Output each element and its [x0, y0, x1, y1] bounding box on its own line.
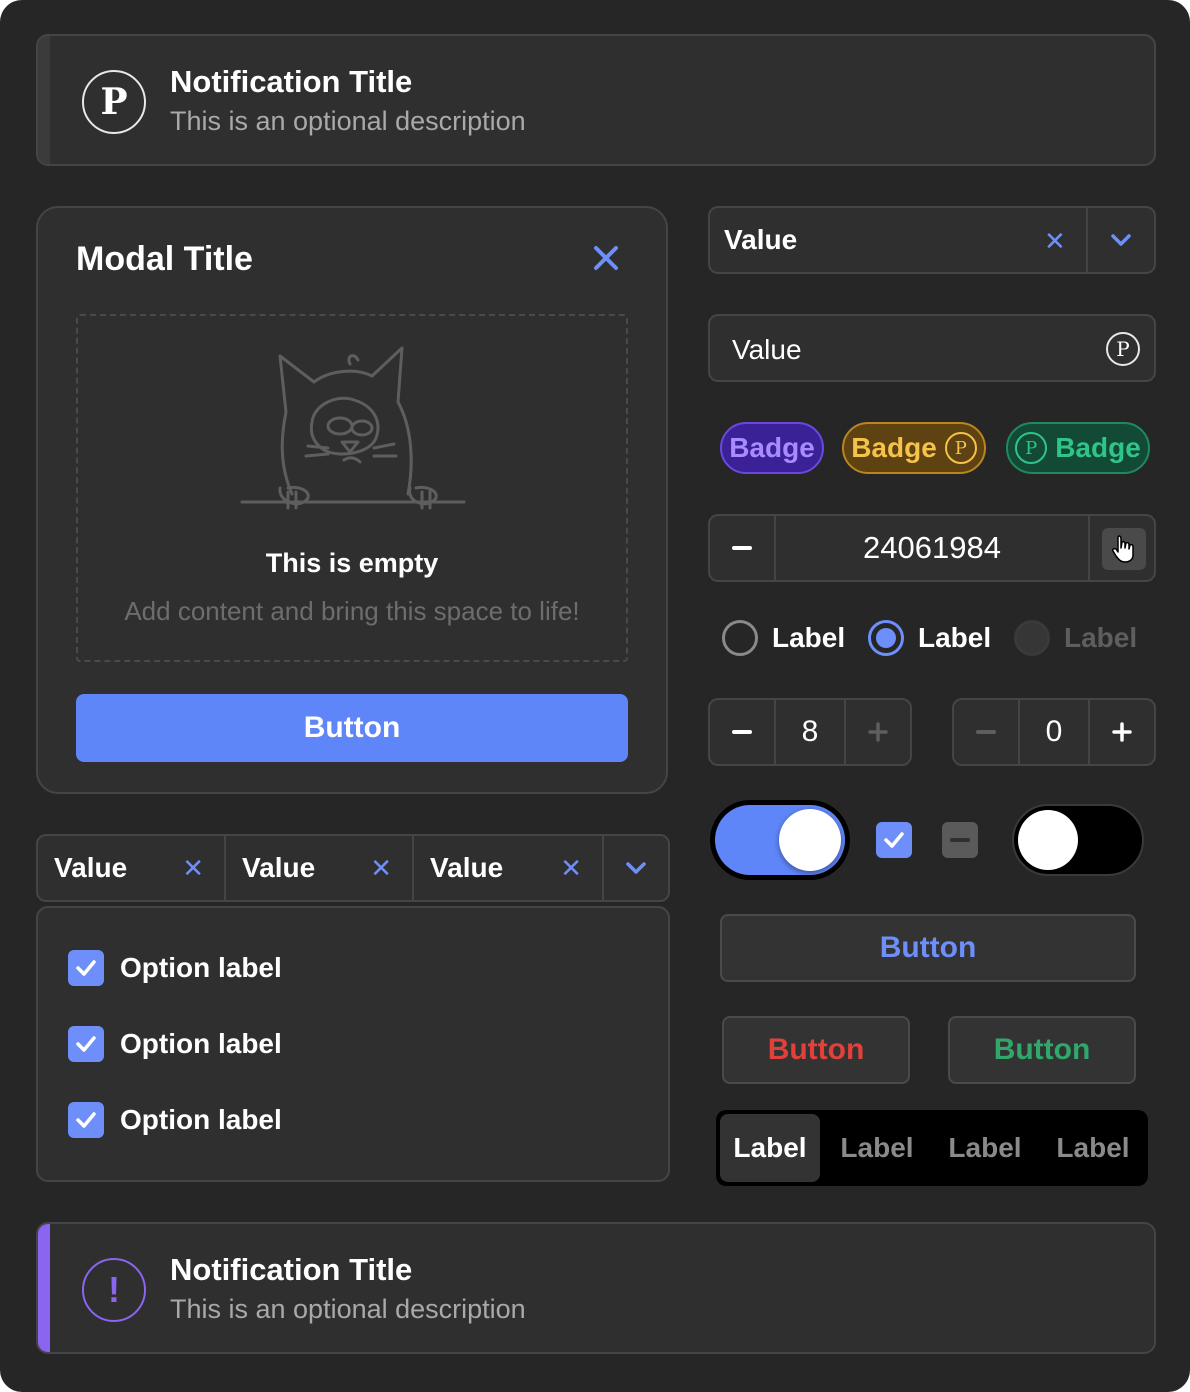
badge-label: Badge: [1055, 432, 1141, 463]
toggle-knob: [1018, 810, 1078, 870]
toggle-knob: [779, 809, 841, 871]
segment-item[interactable]: Label: [824, 1114, 930, 1182]
number-value[interactable]: 24061984: [776, 530, 1088, 566]
empty-state-description: Add content and bring this space to life…: [124, 596, 580, 626]
notification-description: This is an optional description: [170, 106, 526, 136]
p-coin-icon: P: [1106, 332, 1140, 366]
increment-button[interactable]: [846, 700, 910, 764]
modal-title: Modal Title: [76, 240, 253, 278]
badge-label: Badge: [851, 432, 937, 463]
notification-top: P Notification Title This is an optional…: [36, 34, 1156, 166]
radio-option[interactable]: Label: [868, 620, 991, 656]
segment-item[interactable]: Label: [1040, 1114, 1146, 1182]
decrement-button[interactable]: [710, 700, 776, 764]
text-input[interactable]: Value P: [708, 314, 1156, 382]
radio-label: Label: [918, 622, 992, 653]
badge-green: P Badge: [1006, 422, 1150, 474]
exclamation-icon: !: [82, 1258, 146, 1322]
quantity-stepper[interactable]: 0: [952, 698, 1156, 766]
number-input[interactable]: 24061984: [708, 514, 1156, 582]
p-coin-icon: P: [82, 70, 146, 134]
checkbox-indeterminate[interactable]: [942, 822, 978, 858]
chip-label: Value: [54, 852, 128, 883]
notification-accent-bar: [38, 36, 50, 164]
segmented-control: Label Label Label Label: [716, 1110, 1148, 1186]
p-coin-icon: P: [1015, 432, 1048, 464]
notification-bottom: ! Notification Title This is an optional…: [36, 1222, 1156, 1354]
checkbox-checked[interactable]: [68, 950, 104, 986]
toggle-track: [715, 805, 845, 875]
chip-label: Value: [430, 852, 504, 883]
notification-title: Notification Title: [170, 64, 413, 99]
remove-icon[interactable]: ✕: [182, 853, 204, 884]
list-item[interactable]: Option label: [68, 1024, 282, 1064]
multi-select[interactable]: Value ✕ Value ✕ Value ✕: [36, 834, 670, 902]
increment-button[interactable]: [1090, 700, 1154, 764]
badge-label: Badge: [729, 432, 815, 463]
segment-item[interactable]: Label: [932, 1114, 1038, 1182]
select-field[interactable]: Value ✕: [708, 206, 1156, 274]
radio-option[interactable]: Label: [722, 620, 845, 656]
empty-state-title: This is empty: [265, 548, 439, 578]
chevron-down-icon[interactable]: [604, 836, 668, 900]
toggle-switch-off[interactable]: [1012, 804, 1144, 876]
notification-description: This is an optional description: [170, 1294, 526, 1324]
hand-cursor-icon[interactable]: [1102, 528, 1146, 570]
stepper-value[interactable]: 8: [776, 700, 846, 764]
app-canvas: P Notification Title This is an optional…: [0, 0, 1190, 1392]
list-item[interactable]: Option label: [68, 1100, 282, 1140]
remove-icon[interactable]: ✕: [370, 853, 392, 884]
radio-dot: [876, 628, 896, 648]
notification-title: Notification Title: [170, 1252, 413, 1287]
input-value: Value: [732, 334, 802, 365]
radio-disabled: [1014, 620, 1050, 656]
radio-option: Label: [1014, 620, 1137, 656]
select-value: Value: [724, 224, 798, 255]
option-label: Option label: [120, 1104, 282, 1135]
segment-item-selected[interactable]: Label: [720, 1114, 820, 1182]
close-icon[interactable]: [586, 238, 626, 278]
list-item[interactable]: Option label: [68, 948, 282, 988]
selected-chip[interactable]: Value ✕: [38, 836, 226, 900]
selected-chip[interactable]: Value ✕: [226, 836, 414, 900]
empty-state: This is empty Add content and bring this…: [76, 314, 628, 662]
chevron-down-icon[interactable]: [1088, 208, 1154, 272]
option-label: Option label: [120, 952, 282, 983]
quantity-stepper[interactable]: 8: [708, 698, 912, 766]
badge-purple: Badge: [720, 422, 824, 474]
radio-label: Label: [1064, 622, 1138, 653]
options-list: Option label Option label Option label: [36, 906, 670, 1182]
stepper-value[interactable]: 0: [1020, 700, 1090, 764]
selected-chip[interactable]: Value ✕: [414, 836, 604, 900]
radio-label: Label: [772, 622, 846, 653]
secondary-button[interactable]: Button: [720, 914, 1136, 982]
option-label: Option label: [120, 1028, 282, 1059]
decrement-button[interactable]: [954, 700, 1020, 764]
toggle-switch-on[interactable]: [710, 800, 850, 880]
checkbox-checked[interactable]: [876, 822, 912, 858]
badge-yellow: Badge P: [842, 422, 986, 474]
checkbox-checked[interactable]: [68, 1102, 104, 1138]
chip-label: Value: [242, 852, 316, 883]
checkbox-checked[interactable]: [68, 1026, 104, 1062]
success-button[interactable]: Button: [948, 1016, 1136, 1084]
danger-button[interactable]: Button: [722, 1016, 910, 1084]
cat-illustration-icon: [240, 346, 466, 510]
decrement-button[interactable]: [710, 516, 776, 580]
clear-icon[interactable]: ✕: [1044, 226, 1066, 257]
modal: Modal Title This is empty Add content an…: [36, 206, 668, 794]
modal-primary-button[interactable]: Button: [76, 694, 628, 762]
radio-unchecked[interactable]: [722, 620, 758, 656]
notification-accent-bar: [38, 1224, 50, 1352]
divider: [1088, 516, 1090, 580]
remove-icon[interactable]: ✕: [560, 853, 582, 884]
p-coin-icon: P: [944, 432, 977, 464]
radio-checked[interactable]: [868, 620, 904, 656]
